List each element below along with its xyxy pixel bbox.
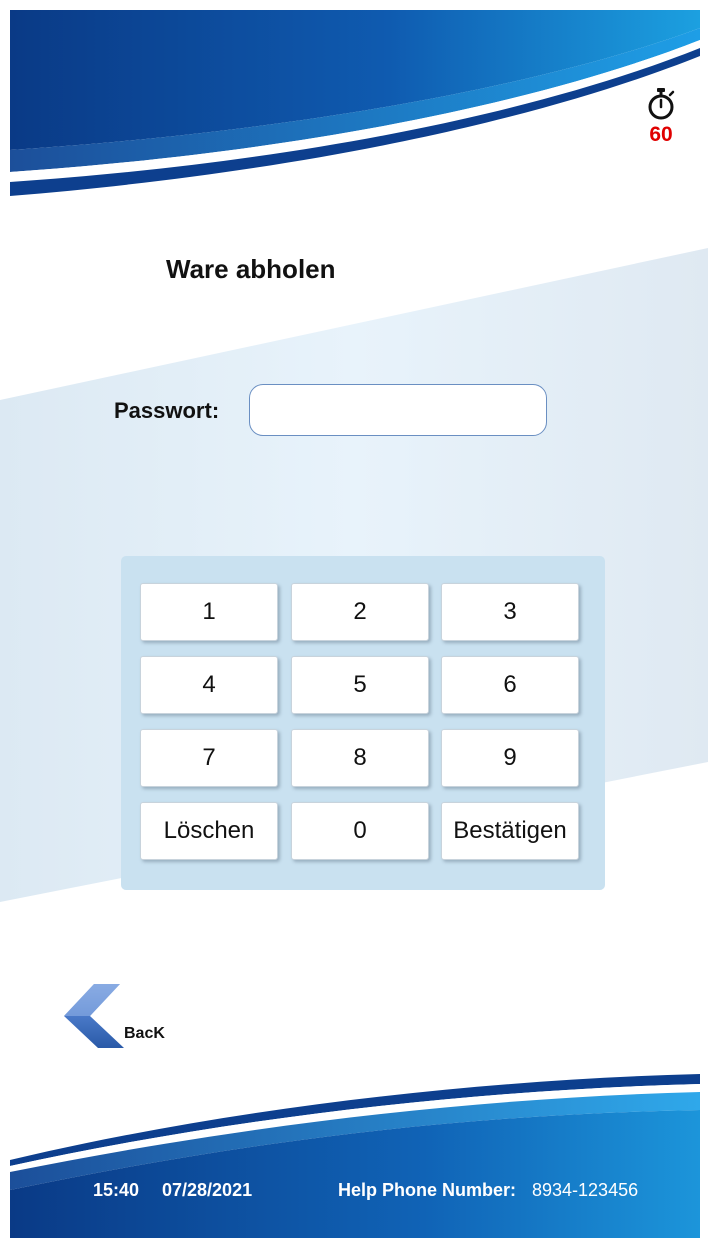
key-5[interactable]: 5	[291, 656, 429, 714]
help-phone-label: Help Phone Number:	[338, 1180, 517, 1200]
footer-date: 07/28/2021	[162, 1180, 253, 1200]
key-7[interactable]: 7	[140, 729, 278, 787]
help-phone-number: 8934-123456	[532, 1180, 639, 1200]
key-1[interactable]: 1	[140, 583, 278, 641]
footer-time: 15:40	[93, 1180, 140, 1200]
key-0[interactable]: 0	[291, 802, 429, 860]
back-label: BacK	[124, 1025, 165, 1042]
countdown-timer: 60	[636, 88, 686, 147]
key-8[interactable]: 8	[291, 729, 429, 787]
confirm-button[interactable]: Bestätigen	[441, 802, 579, 860]
key-6[interactable]: 6	[441, 656, 579, 714]
timer-value: 60	[649, 123, 673, 146]
clear-button[interactable]: Löschen	[140, 802, 278, 860]
stopwatch-icon	[646, 88, 676, 124]
header-wave	[10, 10, 700, 196]
key-3[interactable]: 3	[441, 583, 579, 641]
page-title: Ware abholen	[166, 254, 336, 284]
password-input[interactable]	[249, 384, 547, 436]
key-9[interactable]: 9	[441, 729, 579, 787]
kiosk-screen: 60 Ware abholen Passwort: 1 2 3 4 5 6 7 …	[0, 0, 708, 1246]
key-2[interactable]: 2	[291, 583, 429, 641]
password-label: Passwort:	[114, 398, 220, 423]
key-4[interactable]: 4	[140, 656, 278, 714]
numeric-keypad: 1 2 3 4 5 6 7 8 9 Löschen 0 Bestätigen	[121, 556, 605, 890]
